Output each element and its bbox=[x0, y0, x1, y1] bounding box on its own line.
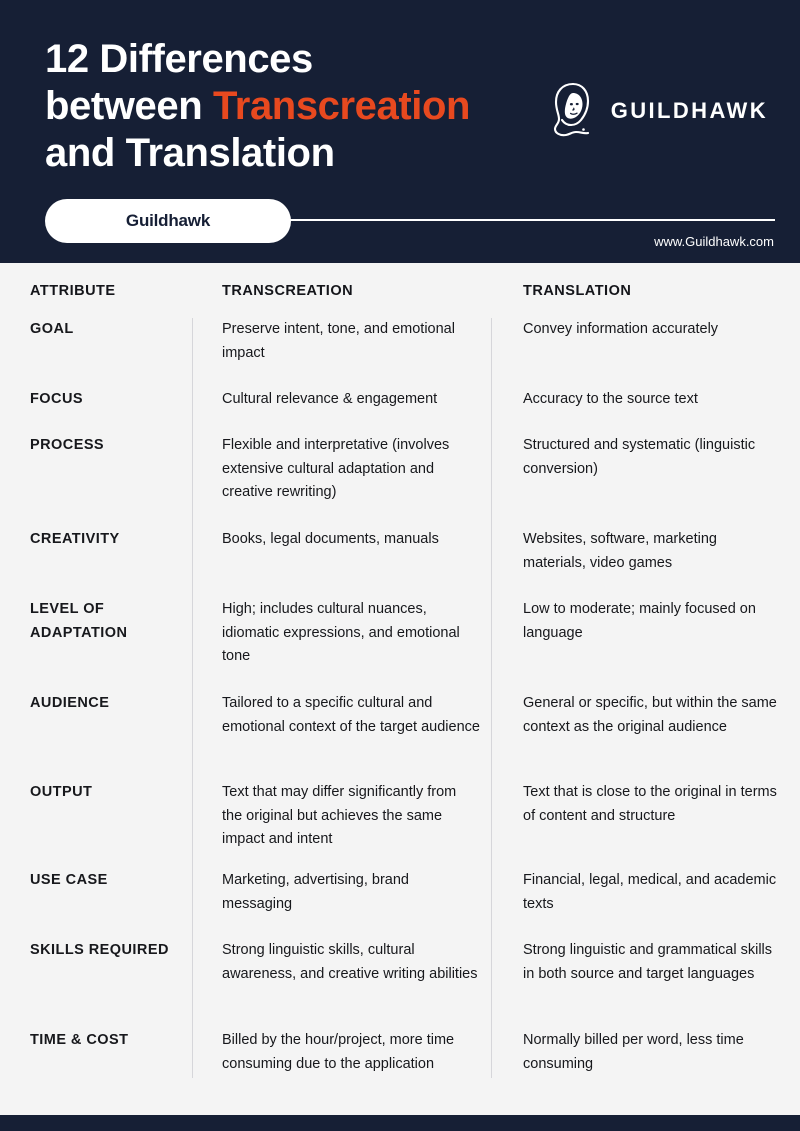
table-row: OUTPUT Text that may differ significantly… bbox=[0, 781, 800, 869]
guildhawk-pill-badge[interactable]: Guildhawk bbox=[45, 199, 291, 243]
row-translation-value: Structured and systematic (linguistic co… bbox=[523, 437, 756, 477]
row-translation-value: Financial, legal, medical, and academic … bbox=[523, 872, 777, 912]
column-header-transcreation: TRANSCREATION bbox=[222, 283, 354, 299]
row-attribute-label: OUTPUT bbox=[30, 784, 93, 800]
row-translation-value: Strong linguistic and grammatical skills… bbox=[523, 942, 773, 982]
column-header-attribute: ATTRIBUTE bbox=[30, 283, 116, 299]
row-transcreation-value: Billed by the hour/project, more time co… bbox=[222, 1032, 455, 1072]
table-row: FOCUS Cultural relevance & engagement Accu… bbox=[0, 388, 800, 434]
row-translation-value: Websites, software, marketing materials,… bbox=[523, 531, 717, 571]
title-line-2-accent: Transcreation bbox=[212, 84, 471, 128]
infographic-page: 12 Differences between Transcreation and… bbox=[0, 0, 800, 1131]
row-transcreation-value: High; includes cultural nuances, idiomat… bbox=[222, 601, 460, 664]
row-attribute-label: PROCESS bbox=[30, 437, 105, 453]
table-header-row: ATTRIBUTE TRANSCREATION TRANSLATION bbox=[0, 283, 800, 323]
table-row: AUDIENCE Tailored to a specific cultural … bbox=[0, 692, 800, 781]
row-transcreation-value: Tailored to a specific cultural and emot… bbox=[222, 695, 480, 735]
row-attribute-label: SKILLS REQUIRED bbox=[30, 942, 169, 958]
row-transcreation-value: Strong linguistic skills, cultural aware… bbox=[222, 942, 478, 982]
header-rule-divider bbox=[290, 219, 775, 221]
row-transcreation-value: Books, legal documents, manuals bbox=[222, 531, 439, 547]
column-header-translation: TRANSLATION bbox=[523, 283, 632, 299]
pill-badge-label: Guildhawk bbox=[125, 211, 211, 230]
table-row: GOAL Preserve intent, tone, and emotional… bbox=[0, 318, 800, 388]
row-transcreation-value: Cultural relevance & engagement bbox=[222, 391, 438, 407]
website-url[interactable]: www.Guildhawk.com bbox=[654, 234, 774, 249]
table-row: CREATIVITY Books, legal documents, manual… bbox=[0, 528, 800, 598]
row-transcreation-value: Flexible and interpretative (involves ex… bbox=[222, 437, 450, 500]
table-row: LEVEL OF ADAPTATION High; includes cultur… bbox=[0, 598, 800, 692]
row-attribute-label: TIME & COST bbox=[30, 1032, 129, 1048]
row-translation-value: Text that is close to the original in te… bbox=[523, 784, 777, 824]
row-transcreation-value: Marketing, advertising, brand messaging bbox=[222, 872, 409, 912]
row-attribute-label: AUDIENCE bbox=[30, 695, 110, 711]
guildhawk-hawk-face-icon bbox=[553, 82, 589, 137]
row-attribute-label: FOCUS bbox=[30, 391, 83, 407]
table-row: USE CASE Marketing, advertising, brand me… bbox=[0, 869, 800, 939]
title-line-3: and Translation bbox=[45, 131, 335, 175]
table-body: GOAL Preserve intent, tone, and emotional… bbox=[0, 318, 800, 1131]
title-line-2-prefix: between bbox=[45, 84, 213, 128]
row-translation-value: General or specific, but within the same… bbox=[523, 695, 777, 735]
row-attribute-label: USE CASE bbox=[30, 872, 108, 888]
row-translation-value: Low to moderate; mainly focused on langu… bbox=[523, 601, 756, 641]
table-row: TIME & COST Billed by the hour/project, m… bbox=[0, 1029, 800, 1120]
page-title: 12 Differences between Transcreation and… bbox=[45, 36, 565, 177]
row-translation-value: Normally billed per word, less time cons… bbox=[523, 1032, 744, 1072]
row-transcreation-value: Preserve intent, tone, and emotional imp… bbox=[222, 321, 455, 361]
brand-logo: GUILDHAWK bbox=[551, 82, 768, 140]
row-attribute-label: CREATIVITY bbox=[30, 531, 120, 547]
title-line-1: 12 Differences bbox=[45, 37, 313, 81]
row-translation-value: Convey information accurately bbox=[523, 321, 719, 337]
table-row: PROCESS Flexible and interpretative (invo… bbox=[0, 434, 800, 528]
header-banner: 12 Differences between Transcreation and… bbox=[0, 0, 800, 263]
row-attribute-label: LEVEL OF ADAPTATION bbox=[30, 601, 128, 641]
row-transcreation-value: Text that may differ significantly from … bbox=[222, 784, 457, 847]
table-row: SKILLS REQUIRED Strong linguistic skills,… bbox=[0, 939, 800, 1029]
row-translation-value: Accuracy to the source text bbox=[523, 391, 698, 407]
brand-name-label: GUILDHAWK bbox=[610, 98, 768, 123]
row-attribute-label: GOAL bbox=[30, 321, 74, 337]
footer-bar bbox=[0, 1115, 800, 1131]
